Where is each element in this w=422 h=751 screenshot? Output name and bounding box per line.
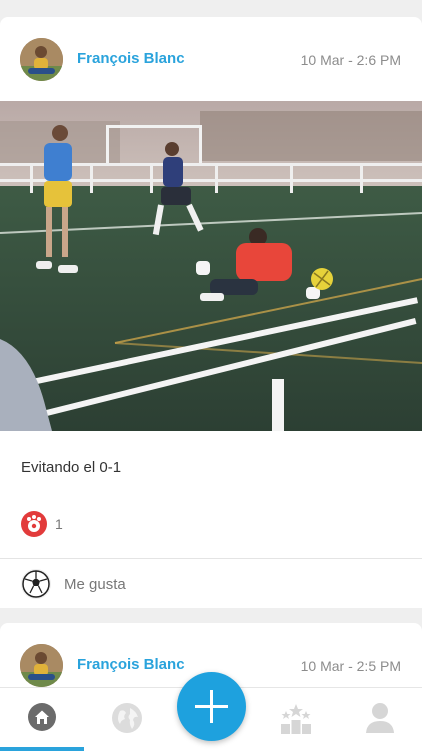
post-timestamp: 10 Mar - 2:5 PM: [300, 658, 401, 674]
user-icon: [366, 703, 394, 733]
post-timestamp: 10 Mar - 2:6 PM: [300, 52, 401, 68]
tab-profile[interactable]: [338, 688, 422, 751]
tab-explore[interactable]: [84, 688, 168, 751]
post-header: François Blanc 10 Mar - 2:6 PM: [0, 17, 422, 101]
home-icon: [28, 703, 56, 731]
active-tab-indicator: [0, 747, 84, 751]
plus-icon: [195, 690, 228, 723]
author-name[interactable]: François Blanc: [77, 50, 185, 67]
soccer-ball-icon: [21, 569, 51, 599]
create-post-button[interactable]: [177, 672, 246, 741]
post-caption: Evitando el 0-1: [21, 459, 122, 476]
like-count: 1: [55, 516, 63, 532]
post-photo[interactable]: [0, 101, 422, 431]
feed: François Blanc 10 Mar - 2:6 PM Evitando …: [0, 0, 422, 687]
stars-podium-icon: [281, 704, 311, 734]
like-button[interactable]: Me gusta: [0, 559, 422, 608]
tab-rankings[interactable]: [252, 688, 336, 751]
tab-home[interactable]: [0, 688, 84, 751]
like-label: Me gusta: [64, 576, 126, 593]
globe-icon: [112, 703, 142, 733]
author-name[interactable]: François Blanc: [77, 656, 185, 673]
author-avatar[interactable]: [20, 644, 63, 687]
like-reaction-icon: [21, 511, 47, 537]
post-card: François Blanc 10 Mar - 2:6 PM Evitando …: [0, 17, 422, 608]
author-avatar[interactable]: [20, 38, 63, 81]
